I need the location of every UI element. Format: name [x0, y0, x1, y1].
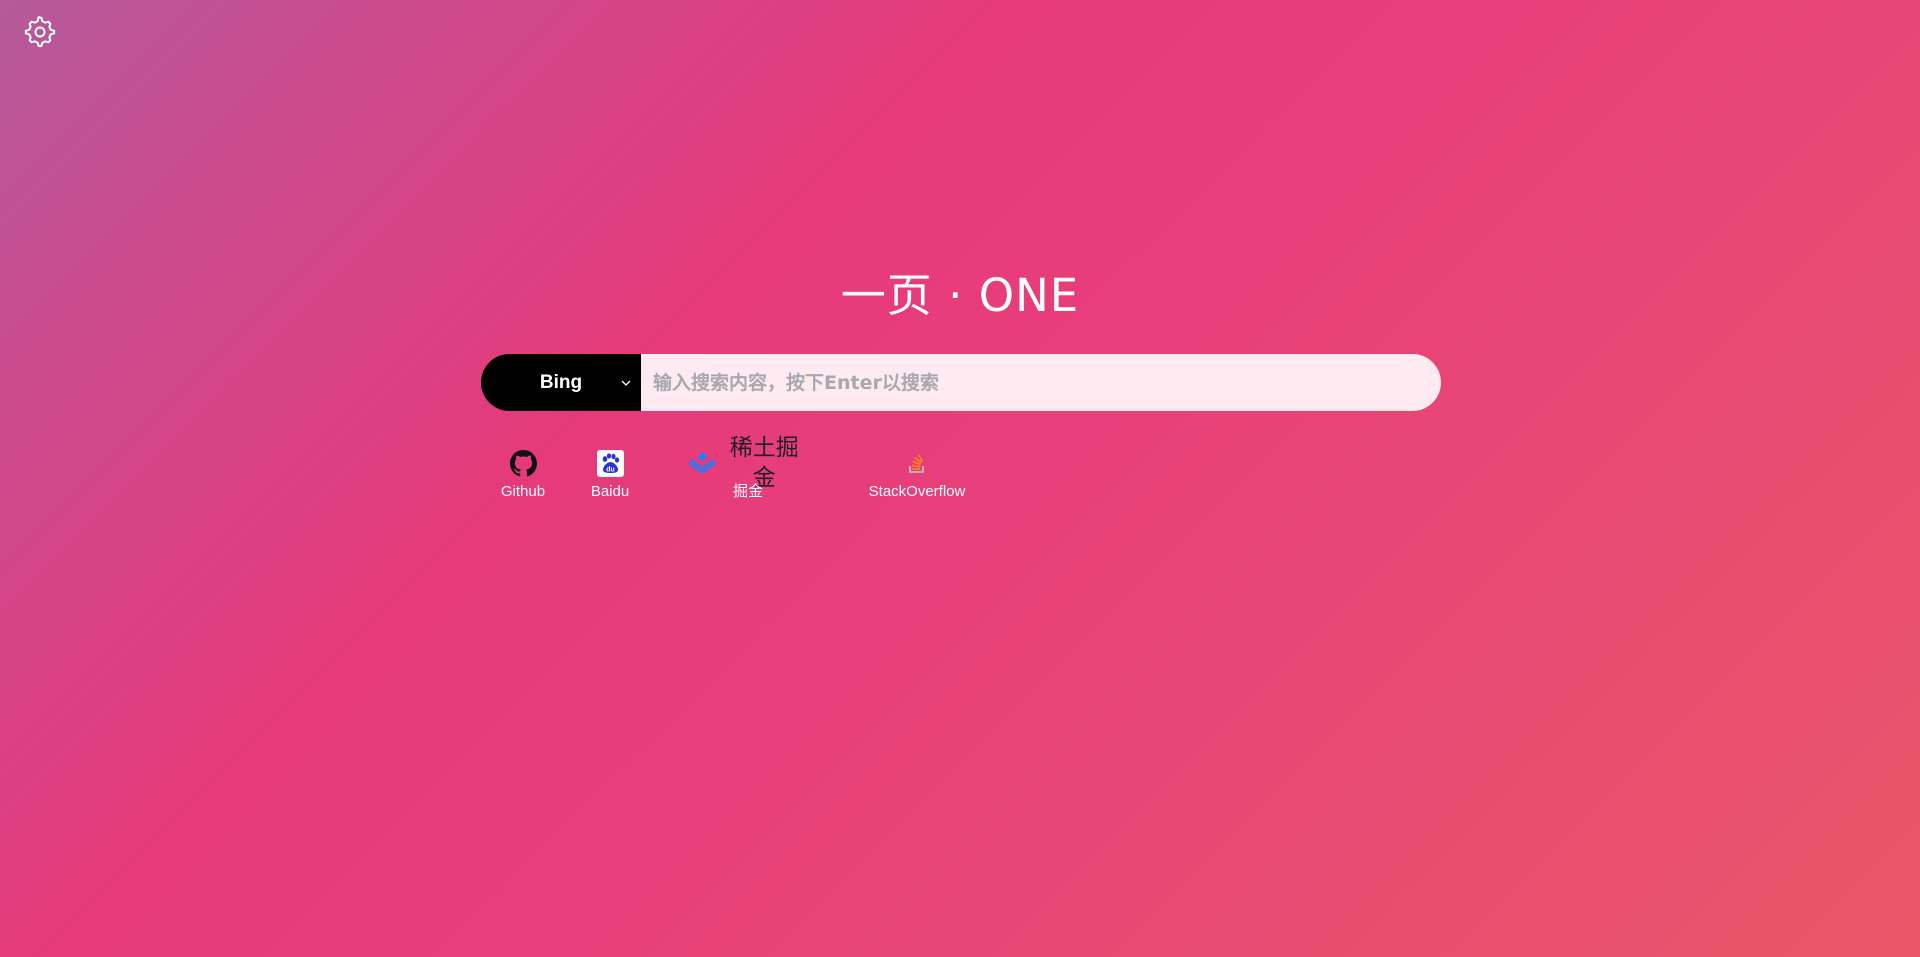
settings-button[interactable]: [23, 15, 57, 49]
shortcut-juejin[interactable]: 稀土掘金 掘金: [688, 435, 808, 502]
shortcut-baidu[interactable]: du Baidu: [580, 448, 640, 502]
search-bar: Bing: [481, 354, 1441, 411]
shortcut-label: StackOverflow: [868, 483, 966, 500]
search-engine-label: Bing: [539, 372, 583, 393]
page-title: 一页 · ONE: [840, 269, 1080, 322]
gear-icon: [24, 16, 56, 48]
chevron-down-icon: [619, 376, 633, 390]
shortcut-stackoverflow[interactable]: StackOverflow: [862, 448, 972, 502]
shortcut-github[interactable]: Github: [493, 448, 553, 502]
search-input[interactable]: [641, 354, 1441, 411]
baidu-icon: du: [596, 449, 624, 477]
juejin-icon: [688, 452, 717, 474]
github-icon: [509, 449, 537, 476]
shortcut-label: Baidu: [590, 483, 630, 500]
search-engine-select[interactable]: Bing: [481, 354, 641, 411]
shortcut-label: Github: [500, 483, 546, 500]
svg-text:du: du: [606, 466, 615, 473]
stackoverflow-icon: [909, 454, 924, 473]
